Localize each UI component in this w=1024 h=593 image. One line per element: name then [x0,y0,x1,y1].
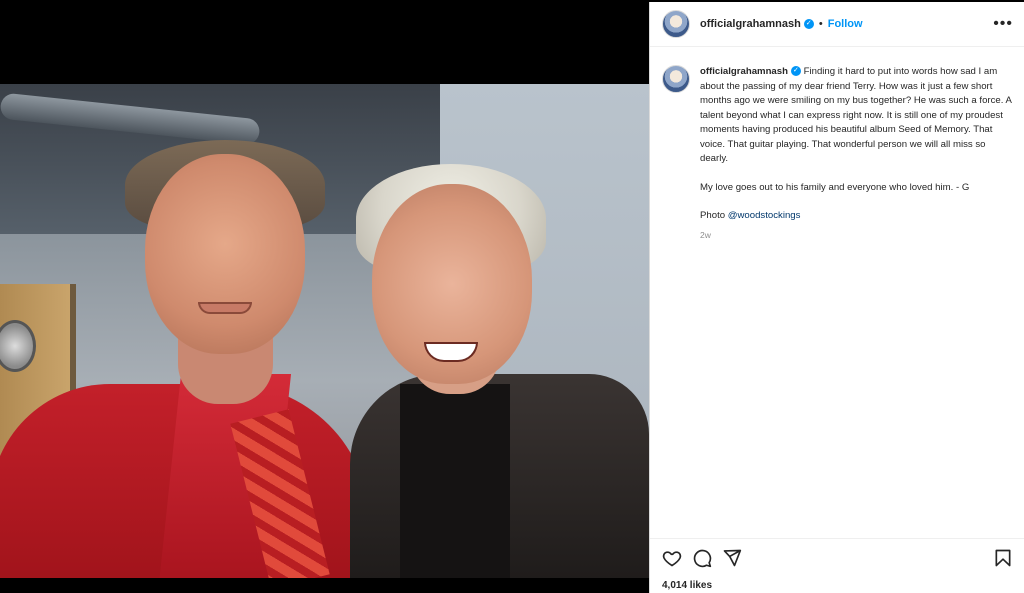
share-icon[interactable] [722,548,742,568]
person-left-face [145,154,305,354]
comment-icon[interactable] [692,548,712,568]
more-options-icon[interactable]: ••• [993,15,1013,33]
caption-photo-credit: Photo @woodstockings [700,209,1012,224]
caption-verified-badge-icon: ✓ [790,66,801,77]
header-separator: • [818,18,823,30]
follow-button[interactable]: Follow [828,18,863,30]
post-timestamp[interactable]: 2w [700,228,1012,243]
heart-icon[interactable] [662,548,682,568]
caption-paragraph-1: officialgrahamnash ✓ Finding it hard to p… [700,65,1012,167]
caption: officialgrahamnash ✓ Finding it hard to p… [650,47,1024,242]
caption-photo-prefix: Photo [700,210,728,221]
caption-avatar[interactable] [662,65,690,93]
action-bar [650,538,1024,576]
bookmark-icon[interactable] [993,548,1013,568]
header-username[interactable]: officialgrahamnash ✓ [700,18,814,30]
post-header: officialgrahamnash ✓ • Follow ••• [650,2,1024,47]
photo-credit-mention[interactable]: @woodstockings [728,210,801,221]
avatar[interactable] [662,10,690,38]
header-username-text[interactable]: officialgrahamnash [700,18,801,30]
person-left-mouth [198,302,252,314]
caption-username[interactable]: officialgrahamnash [700,66,788,77]
post-sidebar: officialgrahamnash ✓ • Follow ••• officia… [649,2,1024,593]
verified-badge-icon: ✓ [803,19,814,30]
post-media[interactable] [0,0,649,593]
likes-count[interactable]: 4,014 likes [662,580,712,591]
caption-text: officialgrahamnash ✓ Finding it hard to p… [700,65,1012,242]
person-right-shirt [400,384,510,578]
caption-paragraph-2: My love goes out to his family and every… [700,181,970,193]
caption-body-1: Finding it hard to put into words how sa… [700,66,1012,164]
post-photo[interactable] [0,84,649,578]
